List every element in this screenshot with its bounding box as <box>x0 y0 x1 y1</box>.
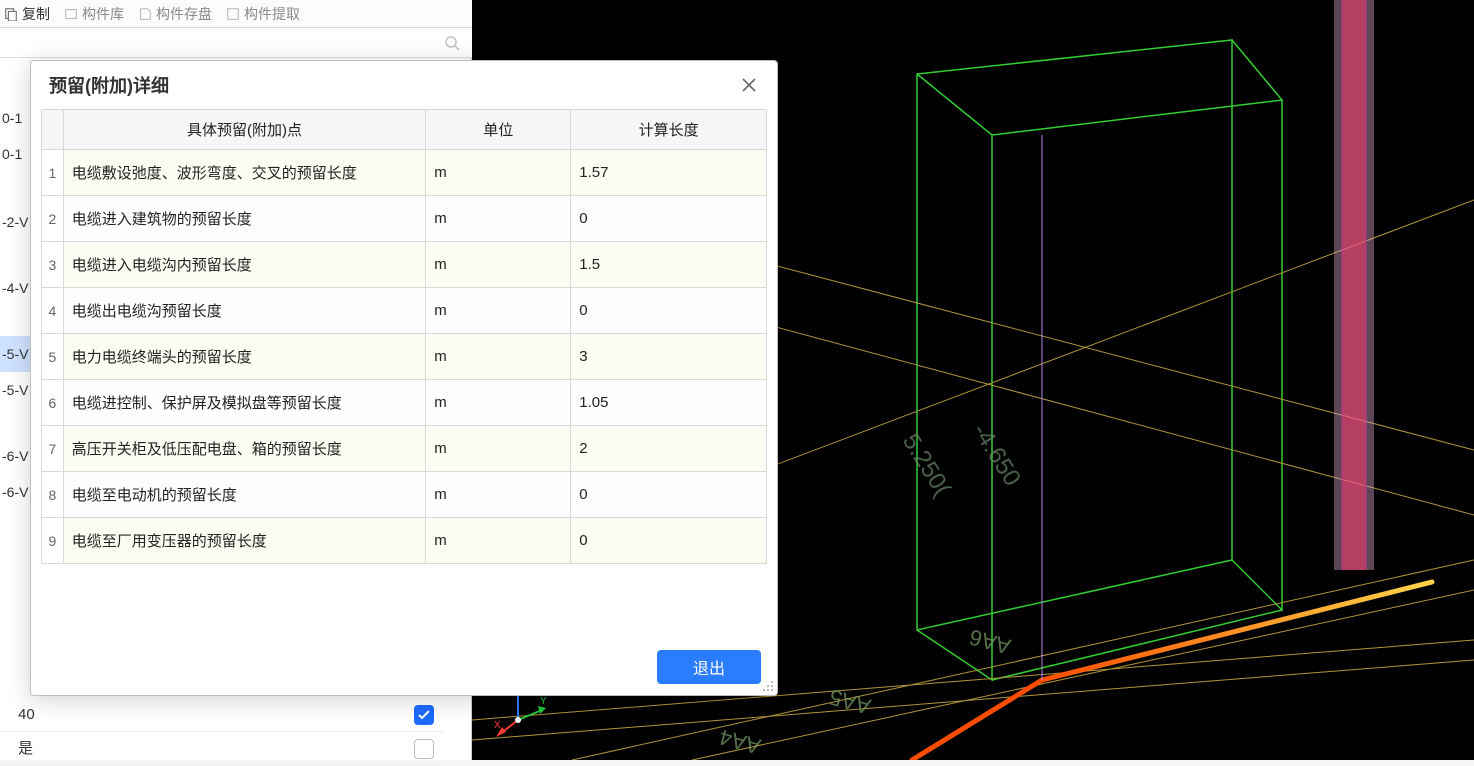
close-icon <box>742 78 756 92</box>
cell-unit[interactable]: m <box>426 334 571 380</box>
row-index: 4 <box>42 288 64 334</box>
property-checkbox[interactable] <box>414 705 434 725</box>
tree-item-fragment[interactable]: 0-1 <box>0 136 30 172</box>
row-index: 6 <box>42 380 64 426</box>
toolbar-lib-label: 构件库 <box>82 4 124 24</box>
tree-item-fragment[interactable]: 0-1 <box>0 100 30 136</box>
cad-label: AA3 <box>602 754 649 760</box>
row-index: 8 <box>42 472 64 518</box>
table-row[interactable]: 7高压开关柜及低压配电盘、箱的预留长度m2 <box>42 426 767 472</box>
toolbar-extract-label: 构件提取 <box>244 4 300 24</box>
table-row[interactable]: 9电缆至厂用变压器的预留长度m0 <box>42 518 767 564</box>
cell-point[interactable]: 电缆出电缆沟预留长度 <box>63 288 426 334</box>
cell-calc[interactable]: 1.05 <box>571 380 767 426</box>
row-index: 5 <box>42 334 64 380</box>
cell-unit[interactable]: m <box>426 380 571 426</box>
row-index: 3 <box>42 242 64 288</box>
tree-item-fragment[interactable]: -6-V <box>0 474 30 510</box>
table-row[interactable]: 4电缆出电缆沟预留长度m0 <box>42 288 767 334</box>
property-checkbox[interactable] <box>414 739 434 759</box>
cad-dimension: -4.650 <box>967 419 1026 491</box>
cell-calc[interactable]: 1.5 <box>571 242 767 288</box>
table-row[interactable]: 2电缆进入建筑物的预留长度m0 <box>42 196 767 242</box>
toolbar-lib[interactable]: 构件库 <box>64 4 124 24</box>
search-icon[interactable] <box>444 35 460 51</box>
cell-point[interactable]: 电缆至厂用变压器的预留长度 <box>63 518 426 564</box>
property-row-40: 40 <box>0 698 444 732</box>
cell-unit[interactable]: m <box>426 472 571 518</box>
table-row[interactable]: 5电力电缆终端头的预留长度m3 <box>42 334 767 380</box>
property-label: 40 <box>18 698 35 732</box>
reserve-table: 具体预留(附加)点 单位 计算长度 1电缆敷设弛度、波形弯度、交叉的预留长度m1… <box>41 109 767 564</box>
toolbar-extract[interactable]: 构件提取 <box>226 4 300 24</box>
cell-point[interactable]: 电缆至电动机的预留长度 <box>63 472 426 518</box>
table-row[interactable]: 1电缆敷设弛度、波形弯度、交叉的预留长度m1.57 <box>42 150 767 196</box>
cell-point[interactable]: 高压开关柜及低压配电盘、箱的预留长度 <box>63 426 426 472</box>
reserve-detail-dialog: 预留(附加)详细 具体预留(附加)点 单位 计算长度 1电缆敷设弛度、波形弯度、… <box>30 60 778 696</box>
tree-item-fragment[interactable]: -6-V <box>0 438 30 474</box>
th-calc[interactable]: 计算长度 <box>571 110 767 150</box>
cell-point[interactable]: 电缆进入建筑物的预留长度 <box>63 196 426 242</box>
dialog-header: 预留(附加)详细 <box>31 61 777 109</box>
tree-item-fragment[interactable]: -2-V <box>0 204 30 240</box>
cell-calc[interactable]: 3 <box>571 334 767 380</box>
cell-unit[interactable]: m <box>426 242 571 288</box>
cell-point[interactable]: 电缆进控制、保护屏及模拟盘等预留长度 <box>63 380 426 426</box>
cell-point[interactable]: 电力电缆终端头的预留长度 <box>63 334 426 380</box>
cell-calc[interactable]: 0 <box>571 518 767 564</box>
cell-calc[interactable]: 0 <box>571 472 767 518</box>
table-row[interactable]: 8电缆至电动机的预留长度m0 <box>42 472 767 518</box>
cell-calc[interactable]: 0 <box>571 288 767 334</box>
toolbar-copy-label: 复制 <box>22 4 50 24</box>
toolbar-save[interactable]: 构件存盘 <box>138 4 212 24</box>
save-icon <box>138 7 152 21</box>
row-index: 9 <box>42 518 64 564</box>
cell-unit[interactable]: m <box>426 518 571 564</box>
cell-point[interactable]: 电缆进入电缆沟内预留长度 <box>63 242 426 288</box>
exit-button[interactable]: 退出 <box>657 650 761 684</box>
toolbar-copy[interactable]: 复制 <box>4 4 50 24</box>
dialog-body: 具体预留(附加)点 单位 计算长度 1电缆敷设弛度、波形弯度、交叉的预留长度m1… <box>31 109 777 639</box>
property-label: 是 <box>18 732 33 766</box>
cell-calc[interactable]: 0 <box>571 196 767 242</box>
cell-unit[interactable]: m <box>426 426 571 472</box>
table-row[interactable]: 3电缆进入电缆沟内预留长度m1.5 <box>42 242 767 288</box>
cell-calc[interactable]: 2 <box>571 426 767 472</box>
toolbar-save-label: 构件存盘 <box>156 4 212 24</box>
tree-item-fragment[interactable]: -4-V <box>0 270 30 306</box>
dialog-title: 预留(附加)详细 <box>49 72 169 98</box>
copy-icon <box>4 7 18 21</box>
cell-calc[interactable]: 1.57 <box>571 150 767 196</box>
cell-point[interactable]: 电缆敷设弛度、波形弯度、交叉的预留长度 <box>63 150 426 196</box>
search-row <box>0 28 472 58</box>
row-index: 2 <box>42 196 64 242</box>
cad-label: AA4 <box>717 724 764 759</box>
dialog-close-button[interactable] <box>739 75 759 95</box>
th-unit[interactable]: 单位 <box>426 110 571 150</box>
extract-icon <box>226 7 240 21</box>
dialog-resize-grip[interactable] <box>761 679 775 693</box>
cad-label: AA5 <box>827 684 874 719</box>
cad-label: AA6 <box>967 624 1014 659</box>
cell-unit[interactable]: m <box>426 196 571 242</box>
tree-item-fragment[interactable]: -5-V <box>0 372 30 408</box>
lib-icon <box>64 7 78 21</box>
th-point[interactable]: 具体预留(附加)点 <box>63 110 426 150</box>
row-index: 1 <box>42 150 64 196</box>
tree-item-fragment-selected[interactable]: -5-V <box>0 336 30 372</box>
cell-unit[interactable]: m <box>426 150 571 196</box>
property-row-yes: 是 <box>0 732 444 766</box>
row-index: 7 <box>42 426 64 472</box>
axis-y-label: Y <box>540 696 547 707</box>
cell-unit[interactable]: m <box>426 288 571 334</box>
left-tree-fragments: 0-1 0-1 -2-V -4-V -5-V -5-V -6-V -6-V <box>0 58 30 510</box>
axis-x-label: X <box>494 720 501 731</box>
top-toolbar: 复制 构件库 构件存盘 构件提取 <box>0 0 472 28</box>
table-row[interactable]: 6电缆进控制、保护屏及模拟盘等预留长度m1.05 <box>42 380 767 426</box>
cad-dimension: 5.250( <box>897 429 956 501</box>
dialog-footer: 退出 <box>31 639 777 695</box>
